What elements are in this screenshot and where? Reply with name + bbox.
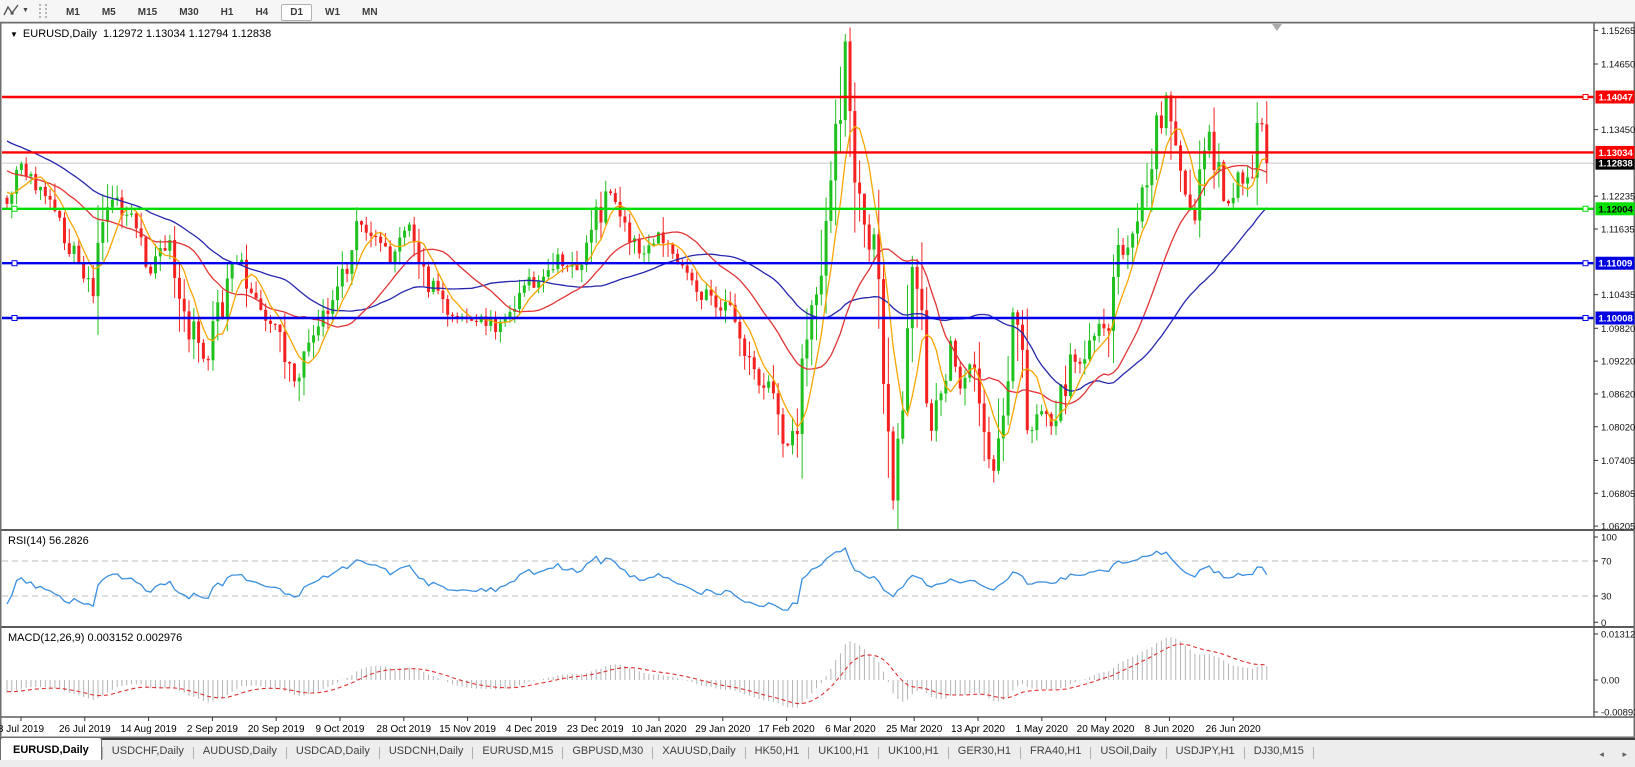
timeframe-button-d1[interactable]: D1 — [281, 4, 312, 21]
macd-signal-line — [7, 644, 1267, 704]
chart-tab-eurusd-m15[interactable]: EURUSD,M15 — [473, 740, 562, 757]
chart-tab-bar: EURUSD,DailyUSDCHF,DailyAUDUSD,DailyUSDC… — [0, 738, 1635, 767]
slow-ma-line — [7, 141, 1267, 391]
tab-separator — [1313, 747, 1314, 759]
chart-tab-usdcad-daily[interactable]: USDCAD,Daily — [287, 740, 379, 757]
macd-indicator-label: MACD(12,26,9) 0.003152 0.002976 — [8, 632, 182, 644]
chart-title-symbol: EURUSD,Daily — [23, 28, 97, 40]
chart-tab-usoil-daily[interactable]: USOil,Daily — [1091, 740, 1165, 757]
price-axis-drag-area[interactable] — [1594, 22, 1635, 717]
line-anchor-handle[interactable] — [1583, 315, 1588, 320]
toolbar-grip-handle[interactable] — [39, 4, 47, 18]
top-toolbar: ▼ M1M5M15M30 H1H4D1W1MN — [0, 0, 1635, 22]
timeframe-button-w1[interactable]: W1 — [316, 4, 349, 21]
rsi-indicator-label: RSI(14) 56.2826 — [8, 535, 89, 547]
mid-ma-line — [7, 166, 1267, 405]
rsi-line — [7, 548, 1267, 610]
candlesticks — [6, 28, 1269, 548]
tab-scroll-right-icon[interactable]: ▸ — [1622, 749, 1627, 759]
line-anchor-handle[interactable] — [12, 261, 17, 266]
line-anchor-handle[interactable] — [1583, 261, 1588, 266]
timeframe-button-group: M1M5M15M30 H1H4D1W1MN — [55, 2, 389, 20]
chart-tab-fra40-h1[interactable]: FRA40,H1 — [1021, 740, 1090, 757]
chart-tabs: EURUSD,DailyUSDCHF,DailyAUDUSD,DailyUSDC… — [0, 740, 1314, 760]
tab-scroll-arrows: ◂ ▸ — [1583, 749, 1627, 760]
dropdown-caret-icon[interactable]: ▼ — [22, 7, 29, 14]
date-axis-drag-area[interactable] — [0, 717, 1594, 737]
chart-tab-audusd-daily[interactable]: AUDUSD,Daily — [194, 740, 286, 757]
chart-tab-ger30-h1[interactable]: GER30,H1 — [949, 740, 1020, 757]
chart-window: 1.152651.146501.134501.122351.116351.104… — [0, 22, 1635, 738]
chart-tab-hk50-h1[interactable]: HK50,H1 — [746, 740, 809, 757]
chart-canvas[interactable]: 1.152651.146501.134501.122351.116351.104… — [0, 22, 1635, 738]
timeframe-button-h1[interactable]: H1 — [212, 4, 243, 21]
chart-tab-gbpusd-m30[interactable]: GBPUSD,M30 — [563, 740, 652, 757]
collapse-arrow-icon[interactable]: ▼ — [10, 30, 18, 39]
chart-title: ▼ EURUSD,Daily 1.12972 1.13034 1.12794 1.… — [10, 28, 271, 40]
main-price-panel[interactable] — [2, 28, 1594, 548]
chart-tab-eurusd-daily[interactable]: EURUSD,Daily — [0, 737, 102, 760]
timeframe-button-m15[interactable]: M15 — [129, 4, 166, 21]
tab-scroll-left-icon[interactable]: ◂ — [1599, 749, 1604, 759]
zigzag-icon — [3, 4, 19, 18]
chart-tab-usdjpy-h1[interactable]: USDJPY,H1 — [1167, 740, 1244, 757]
rsi-panel[interactable] — [2, 548, 1594, 610]
axes: 1.152651.146501.134501.122351.116351.104… — [0, 22, 1635, 737]
chart-tab-usdcnh-daily[interactable]: USDCNH,Daily — [380, 740, 473, 757]
timeframe-button-m5[interactable]: M5 — [93, 4, 125, 21]
timeframe-button-m30[interactable]: M30 — [170, 4, 207, 21]
chart-tab-xauusd-daily[interactable]: XAUUSD,Daily — [653, 740, 744, 757]
chart-tab-dj30-m15[interactable]: DJ30,M15 — [1245, 740, 1313, 757]
line-anchor-handle[interactable] — [1583, 95, 1588, 100]
chart-title-ohlc: 1.12972 1.13034 1.12794 1.12838 — [103, 28, 271, 40]
chart-tab-usdchf-daily[interactable]: USDCHF,Daily — [103, 740, 193, 757]
line-tool-icon[interactable]: ▼ — [3, 4, 29, 18]
chart-tab-uk100-h1[interactable]: UK100,H1 — [809, 740, 878, 757]
timeframe-button-mn[interactable]: MN — [353, 4, 387, 21]
timeframe-button-m1[interactable]: M1 — [57, 4, 89, 21]
macd-panel[interactable] — [7, 637, 1267, 707]
chart-shift-marker[interactable] — [1272, 24, 1282, 31]
chart-window-border — [1, 23, 1635, 738]
line-anchor-handle[interactable] — [1583, 206, 1588, 211]
line-anchor-handle[interactable] — [12, 206, 17, 211]
line-anchor-handle[interactable] — [12, 315, 17, 320]
timeframe-button-h4[interactable]: H4 — [246, 4, 277, 21]
chart-tab-uk100-h1[interactable]: UK100,H1 — [879, 740, 948, 757]
